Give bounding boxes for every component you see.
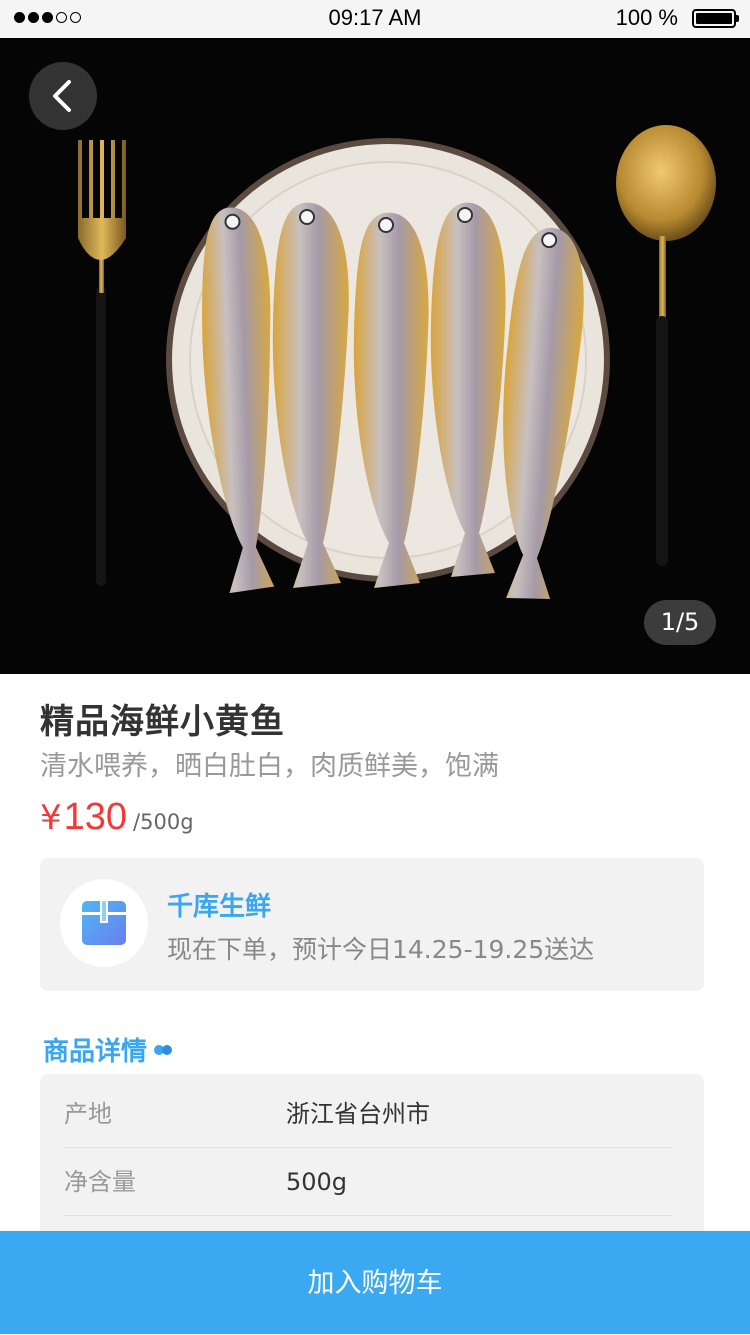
table-row: 产地 浙江省台州市 [64, 1080, 672, 1148]
price-value: 130 [63, 796, 128, 838]
decorative-dots-icon [154, 1044, 173, 1055]
store-name[interactable]: 千库生鲜 [167, 886, 271, 923]
back-button[interactable] [29, 62, 97, 130]
row-label: 产地 [64, 1100, 112, 1128]
fork-icon [78, 140, 126, 586]
battery-icon [692, 9, 739, 28]
box-icon [82, 901, 126, 945]
currency-symbol: ¥ [40, 798, 62, 838]
fish-plate-illustration [78, 125, 716, 600]
details-title-text: 商品详情 [43, 1037, 148, 1067]
table-row: 净含量 500g [64, 1148, 672, 1216]
image-counter: 1/5 [644, 600, 716, 645]
row-value: 浙江省台州市 [286, 1100, 430, 1128]
row-value: 500g [286, 1168, 348, 1196]
chevron-left-icon [53, 80, 71, 112]
product-price: ¥ 130 /500g [40, 796, 194, 839]
spoon-icon [616, 125, 716, 566]
product-image[interactable]: 1/5 [0, 38, 750, 674]
product-title: 精品海鲜小黄鱼 [40, 702, 285, 742]
store-logo [60, 879, 148, 967]
status-bar: 09:17 AM 100 % [0, 0, 750, 38]
price-unit: /500g [133, 810, 194, 834]
product-subtitle: 清水喂养，晒白肚白，肉质鲜美，饱满 [40, 751, 499, 782]
delivery-estimate: 现在下单，预计今日14.25-19.25送达 [167, 935, 595, 964]
row-label: 净含量 [64, 1168, 136, 1196]
details-section-title: 商品详情 [43, 1031, 173, 1068]
divider [64, 1215, 672, 1216]
battery-percent: 100 % [615, 5, 678, 30]
add-to-cart-button[interactable]: 加入购物车 [0, 1231, 750, 1334]
store-card[interactable]: 千库生鲜 现在下单，预计今日14.25-19.25送达 [40, 858, 704, 991]
fish-illustration [202, 202, 584, 600]
